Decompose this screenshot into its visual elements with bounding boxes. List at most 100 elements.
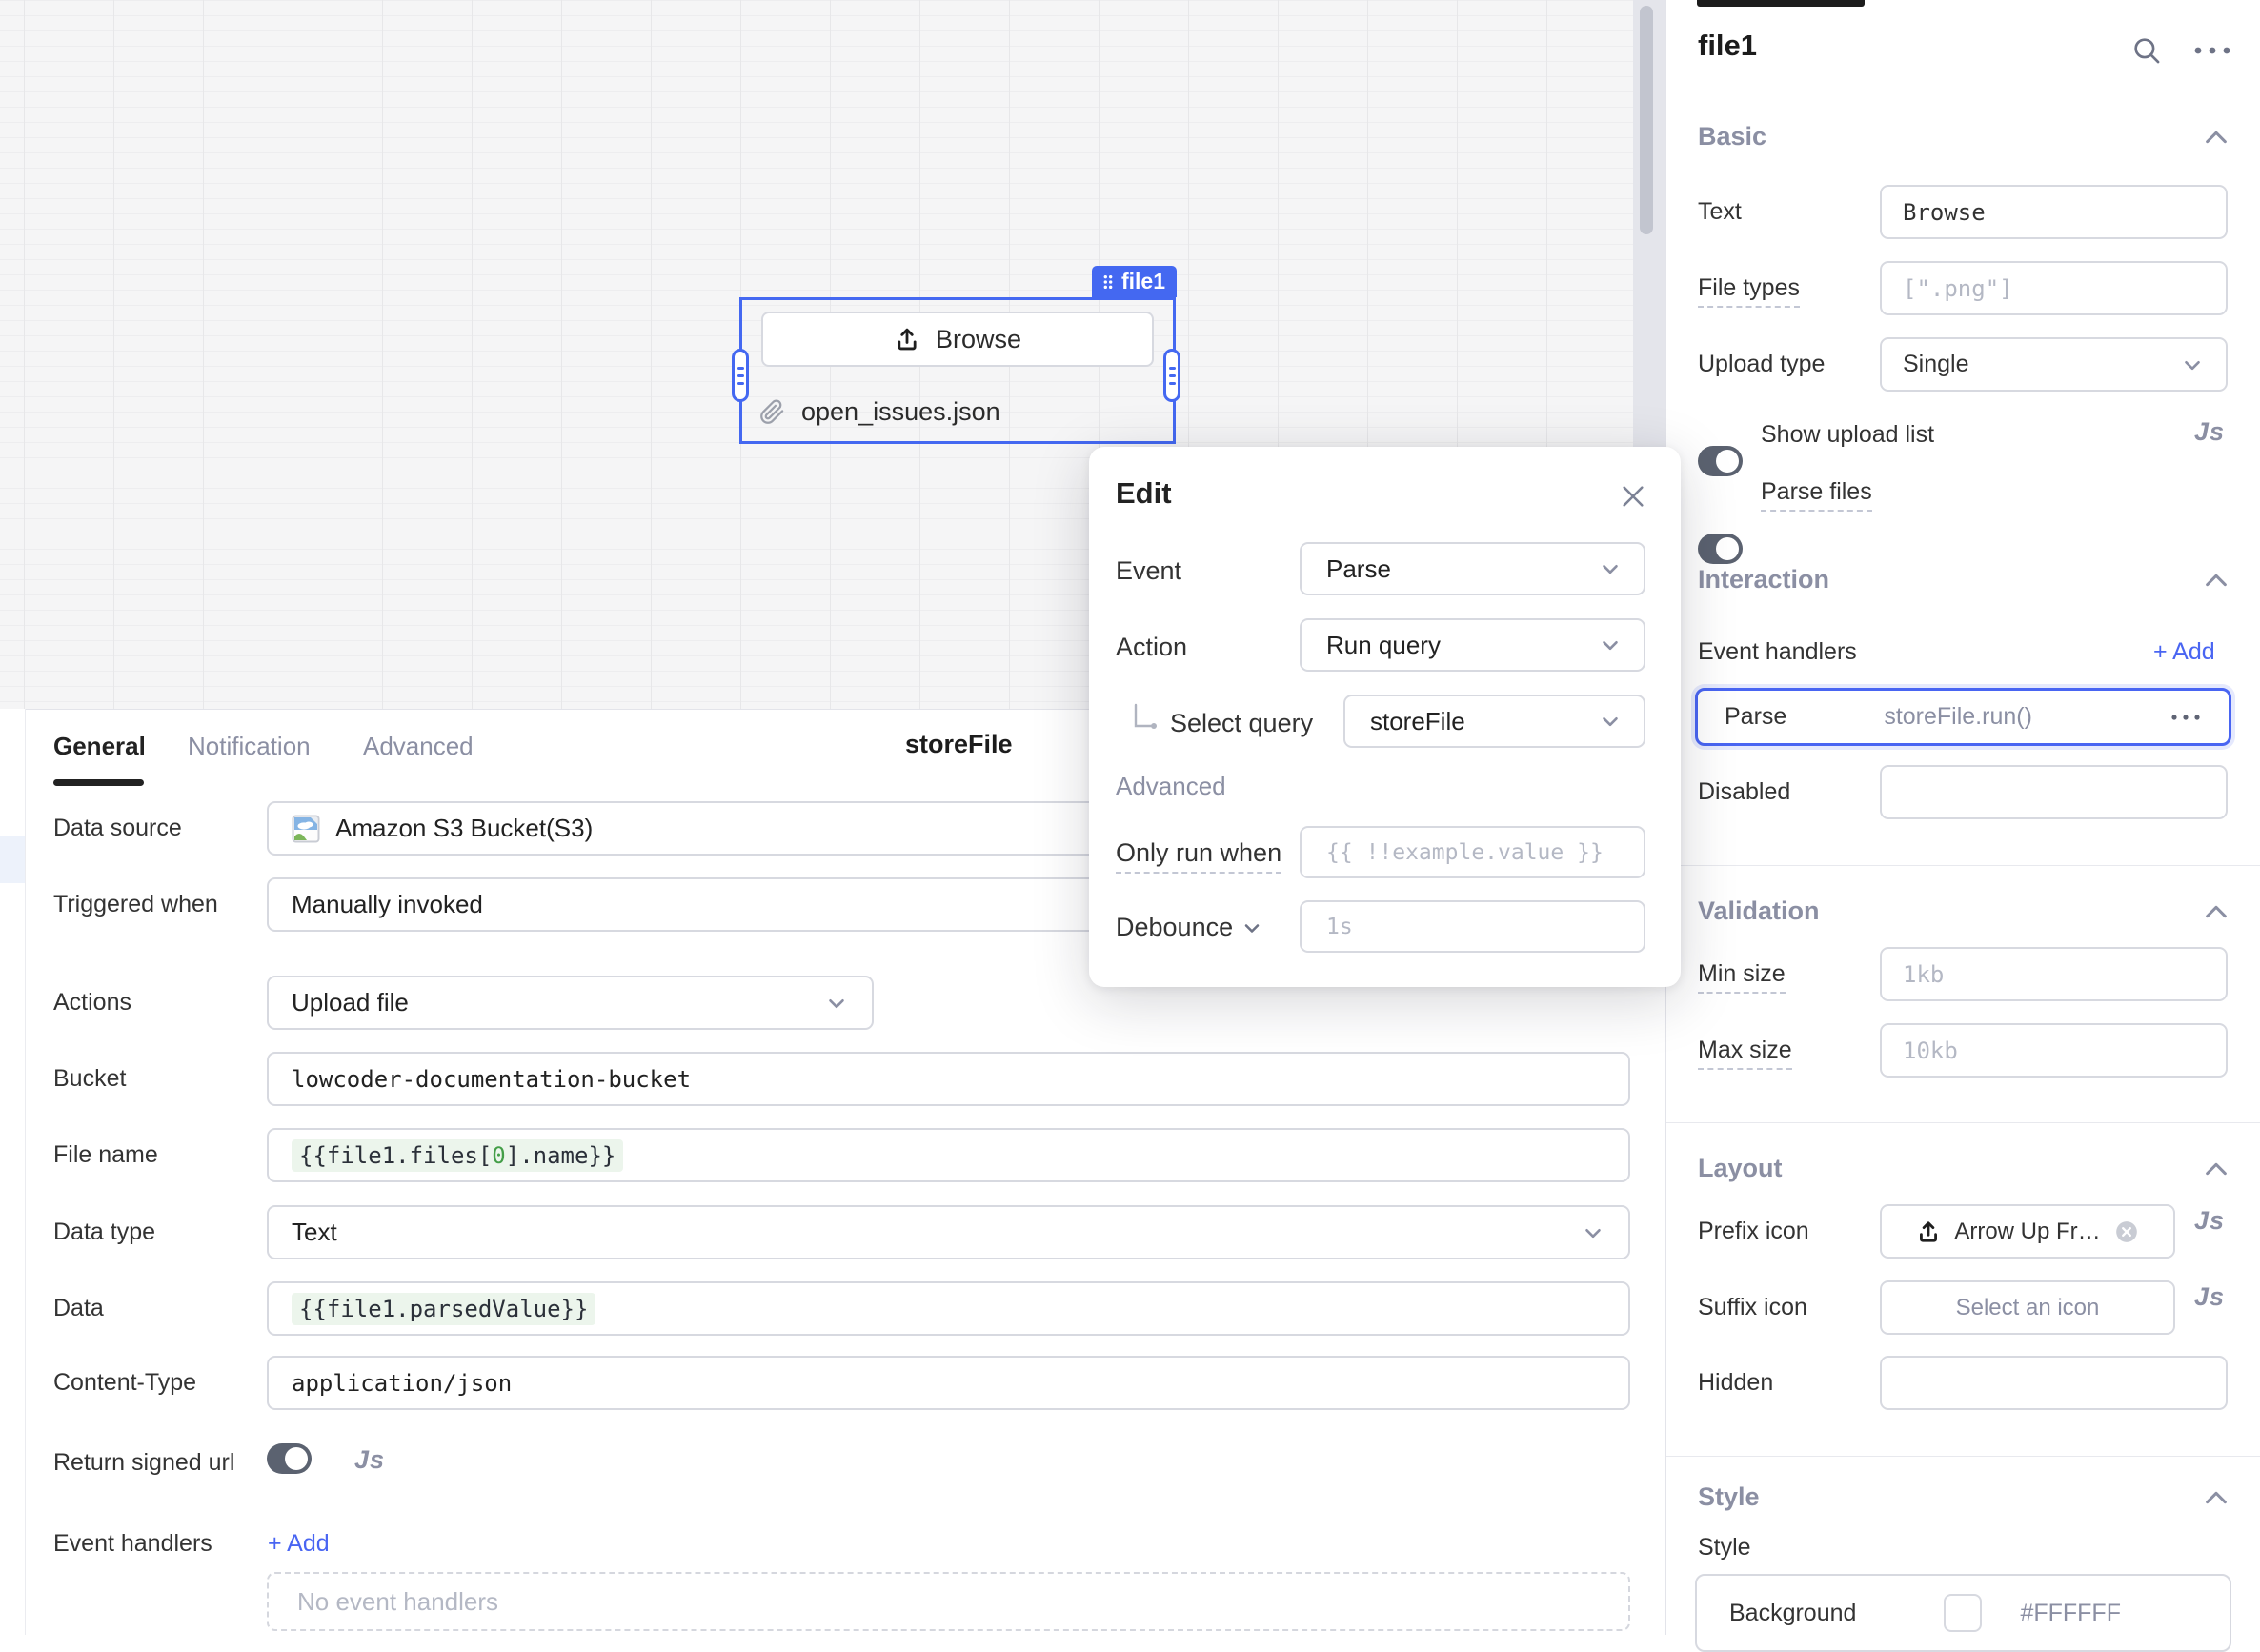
data-type-value: Text [292,1218,337,1247]
collapse-basic-icon[interactable] [2203,128,2230,147]
show-upload-list-toggle[interactable] [1698,446,1743,476]
browse-button[interactable]: Browse [761,312,1154,367]
collapse-validation-icon[interactable] [2203,902,2230,921]
actions-label: Actions [53,989,131,1017]
search-icon[interactable] [2130,34,2163,67]
event-value: Parse [1326,554,1391,584]
query-list-rail[interactable] [0,709,26,1635]
action-label: Action [1116,633,1187,662]
content-type-label: Content-Type [53,1369,196,1397]
inspector-component-title: file1 [1698,29,1757,63]
disabled-input[interactable] [1880,765,2228,819]
paperclip-icon [759,399,785,425]
data-source-value: Amazon S3 Bucket(S3) [335,814,593,843]
arrow-up-from-bracket-icon [1916,1219,1941,1244]
max-size-input[interactable]: 10kb [1880,1023,2228,1078]
max-size-label: Max size [1698,1037,1792,1064]
event-select[interactable]: Parse [1300,542,1645,595]
tab-general[interactable]: General [53,732,146,761]
return-signed-url-toggle[interactable] [267,1443,312,1474]
select-query-select[interactable]: storeFile [1343,695,1645,748]
query-event-handlers-label: Event handlers [53,1530,212,1558]
upload-type-select[interactable]: Single [1880,337,2228,392]
min-size-input[interactable]: 1kb [1880,947,2228,1001]
select-query-value: storeFile [1370,707,1465,736]
triggered-when-label: Triggered when [53,891,218,918]
background-label: Background [1729,1600,1856,1627]
hidden-input[interactable] [1880,1356,2228,1410]
handler-more-icon[interactable] [2169,713,2202,722]
prefix-icon-value: Arrow Up Fr… [1954,1219,2100,1245]
section-validation-title: Validation [1698,897,1820,926]
s3-datasource-icon [292,815,320,843]
widget-name-tag[interactable]: file1 [1092,266,1177,297]
more-options-icon[interactable] [2191,44,2233,57]
background-style-row[interactable]: Background #FFFFFF [1695,1574,2231,1652]
chevron-down-icon [1581,1220,1605,1245]
bucket-input[interactable]: lowcoder-documentation-bucket [267,1052,1630,1106]
js-toggle-icon[interactable]: Js [2194,417,2225,447]
data-input[interactable]: {{file1.parsedValue}} [267,1281,1630,1336]
event-handlers-label: Event handlers [1698,638,1857,666]
content-type-input[interactable]: application/json [267,1356,1630,1410]
collapse-style-icon[interactable] [2203,1488,2230,1507]
active-tab-indicator [53,779,144,786]
tab-notification[interactable]: Notification [188,732,311,761]
js-toggle-icon[interactable]: Js [2194,1282,2225,1312]
event-handler-item[interactable]: Parse storeFile.run() [1695,688,2231,746]
add-event-handler-link[interactable]: + Add [2153,638,2215,666]
parse-files-toggle[interactable] [1698,534,1743,564]
section-interaction-title: Interaction [1698,565,1829,594]
tab-advanced[interactable]: Advanced [363,732,474,761]
actions-select[interactable]: Upload file [267,976,874,1030]
query-list-selected-marker [0,836,25,883]
collapse-interaction-icon[interactable] [2203,571,2230,590]
chevron-down-icon [1598,709,1623,734]
modal-advanced-section-label[interactable]: Advanced [1116,772,1226,801]
query-name-title: storeFile [905,730,1013,759]
background-color-value: #FFFFFF [2020,1600,2121,1627]
file-name-input[interactable]: {{file1.files[0].name}} [267,1128,1630,1182]
data-type-select[interactable]: Text [267,1205,1630,1259]
text-input[interactable]: Browse [1880,185,2228,239]
select-query-label: Select query [1170,709,1313,738]
action-value: Run query [1326,631,1441,660]
section-style-title: Style [1698,1482,1760,1512]
prefix-icon-button[interactable]: Arrow Up Fr… [1880,1204,2175,1259]
debounce-label[interactable]: Debounce [1116,913,1263,942]
query-add-event-handler-link[interactable]: + Add [268,1530,330,1558]
content-type-value: application/json [292,1370,512,1397]
collapse-layout-icon[interactable] [2203,1159,2230,1179]
inspector-active-tab-indicator [1697,0,1865,7]
resize-handle-right[interactable] [1163,349,1180,402]
action-select[interactable]: Run query [1300,618,1645,672]
data-type-label: Data type [53,1219,155,1246]
js-toggle-icon[interactable]: Js [354,1445,385,1475]
uploaded-file-name: open_issues.json [801,397,1000,427]
only-run-when-label: Only run when [1116,838,1281,868]
prefix-icon-label: Prefix icon [1698,1218,1809,1245]
only-run-when-input[interactable]: {{ !!example.value }} [1300,826,1645,878]
file-name-label: File name [53,1141,158,1169]
section-basic-title: Basic [1698,122,1766,151]
data-label: Data [53,1295,104,1322]
min-size-label: Min size [1698,960,1786,988]
show-upload-list-label: Show upload list [1761,421,1934,449]
suffix-icon-placeholder: Select an icon [1956,1295,2100,1321]
chevron-down-icon [2180,353,2205,377]
canvas-scrollbar-thumb[interactable] [1640,6,1653,234]
js-toggle-icon[interactable]: Js [2194,1206,2225,1236]
handler-action: storeFile.run() [1884,703,2032,731]
resize-handle-left[interactable] [732,349,749,402]
background-color-swatch[interactable] [1944,1594,1982,1632]
suffix-icon-button[interactable]: Select an icon [1880,1280,2175,1335]
drag-handle-icon [1103,272,1113,292]
only-run-when-placeholder: {{ !!example.value }} [1326,840,1604,865]
debounce-input[interactable]: 1s [1300,900,1645,953]
clear-icon[interactable] [2114,1219,2139,1244]
data-source-label: Data source [53,815,182,842]
file-types-input[interactable]: [".png"] [1880,261,2228,315]
chevron-down-icon [1598,633,1623,657]
close-icon[interactable] [1618,481,1648,512]
uploaded-file-item[interactable]: open_issues.json [759,397,1000,427]
